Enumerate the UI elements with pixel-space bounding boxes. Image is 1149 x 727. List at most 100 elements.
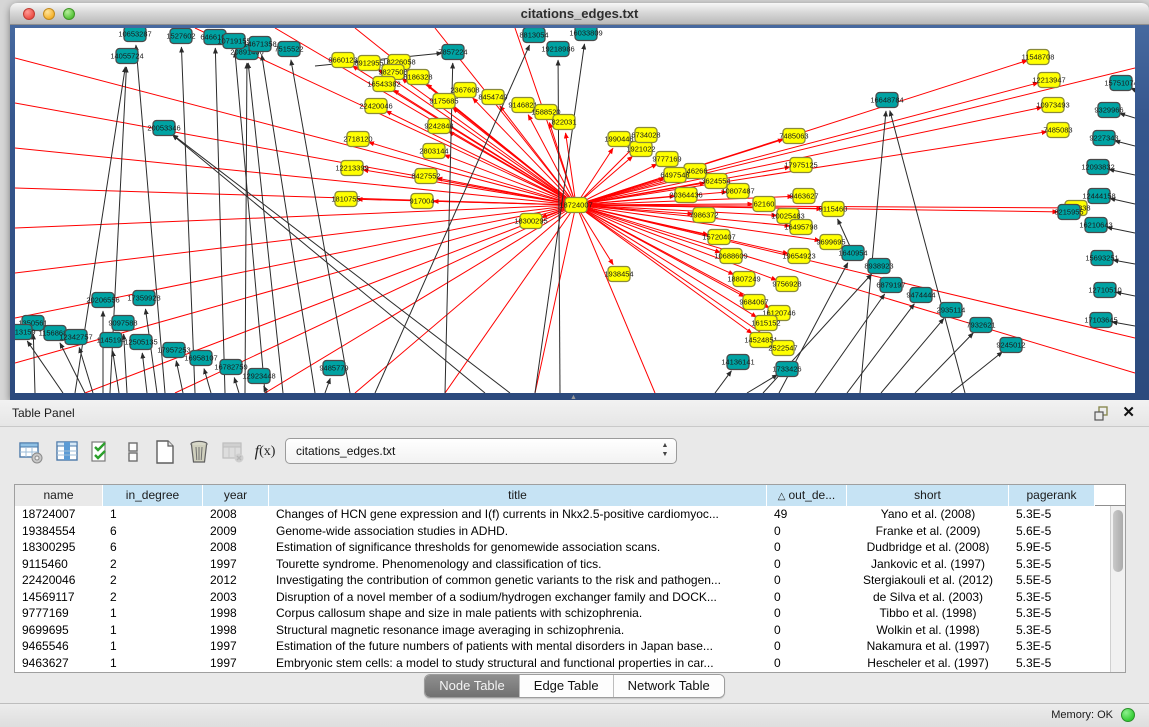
table-cell[interactable]: de Silva et al. (2003) (847, 589, 1009, 606)
table-cell[interactable]: 5.3E-5 (1009, 605, 1095, 622)
network-node[interactable]: 12444158 (1082, 189, 1115, 204)
network-node[interactable]: 1810755 (331, 192, 360, 207)
network-node[interactable]: 917004 (409, 194, 434, 209)
table-cell[interactable]: 5.3E-5 (1009, 506, 1095, 523)
table-cell[interactable]: Wolkin et al. (1998) (847, 622, 1009, 639)
table-cell[interactable]: 2 (103, 556, 203, 573)
network-node[interactable]: 16495798 (784, 220, 817, 235)
table-cell[interactable]: Structural magnetic resonance image aver… (269, 622, 767, 639)
table-cell[interactable]: 1 (103, 605, 203, 622)
network-node[interactable]: 8186328 (403, 70, 432, 85)
table-cell[interactable]: 0 (767, 638, 847, 655)
table-cell[interactable]: 5.3E-5 (1009, 589, 1095, 606)
network-node[interactable]: 10973493 (1036, 98, 1069, 113)
table-cell[interactable]: Franke et al. (2009) (847, 523, 1009, 540)
network-node[interactable]: 16958107 (184, 351, 217, 366)
column-header-name[interactable]: name (15, 485, 103, 506)
table-cell[interactable]: 22420046 (15, 572, 103, 589)
table-cell[interactable]: 0 (767, 655, 847, 672)
network-node[interactable]: 8813054 (519, 28, 548, 43)
network-node[interactable]: 8454749 (478, 90, 507, 105)
network-node[interactable]: 1733426 (772, 362, 801, 377)
table-row[interactable]: 1872400712008Changes of HCN gene express… (15, 506, 1125, 523)
network-node[interactable]: 7986372 (689, 208, 718, 223)
column-header-pagerank[interactable]: pagerank (1009, 485, 1095, 506)
table-cell[interactable]: 1 (103, 622, 203, 639)
table-cell[interactable]: Tibbo et al. (1998) (847, 605, 1009, 622)
table-cell[interactable]: 1998 (203, 622, 269, 639)
table-cell[interactable]: 5.3E-5 (1009, 622, 1095, 639)
network-node[interactable]: 9175685 (429, 94, 458, 109)
network-node[interactable]: 7485083 (1043, 123, 1072, 138)
network-node[interactable]: 1527602 (166, 29, 195, 44)
network-node[interactable]: 9329966 (1094, 103, 1123, 118)
network-node[interactable]: 6879197 (876, 278, 905, 293)
table-cell[interactable]: 2012 (203, 572, 269, 589)
network-node[interactable]: 18807249 (727, 272, 760, 287)
network-node[interactable]: 19218986 (541, 42, 574, 57)
network-node[interactable]: 7857224 (438, 45, 467, 60)
network-node[interactable]: 8427552 (411, 169, 440, 184)
network-node[interactable]: 8938923 (864, 259, 893, 274)
network-canvas[interactable]: 1872400786601238912955182260589827508818… (15, 28, 1135, 393)
network-node[interactable]: 9474444 (906, 288, 935, 303)
network-node[interactable]: 8215955 (1054, 205, 1083, 220)
column-header-title[interactable]: title (269, 485, 767, 506)
table-row[interactable]: 946362711997Embryonic stem cells: a mode… (15, 655, 1125, 672)
network-node[interactable]: 12710510 (1088, 283, 1121, 298)
scrollbar-thumb[interactable] (1113, 510, 1123, 572)
network-node[interactable]: 15751074 (1104, 76, 1135, 91)
network-node[interactable]: 11548708 (1022, 50, 1055, 65)
table-cell[interactable]: Nakamura et al. (1997) (847, 638, 1009, 655)
function-builder-icon[interactable]: f(x) (250, 437, 280, 467)
network-node[interactable]: 9115460 (819, 202, 848, 217)
table-cell[interactable]: 1 (103, 638, 203, 655)
table-cell[interactable]: Corpus callosum shape and size in male p… (269, 605, 767, 622)
table-cell[interactable]: 9699695 (15, 622, 103, 639)
network-node[interactable]: 9485779 (319, 361, 348, 376)
table-selector-dropdown[interactable]: citations_edges.txt ▲ ▼ (285, 438, 677, 464)
table-cell[interactable]: 1 (103, 506, 203, 523)
network-node[interactable]: 16033809 (569, 28, 602, 41)
table-row[interactable]: 969969511998Structural magnetic resonanc… (15, 622, 1125, 639)
table-cell[interactable]: 1998 (203, 605, 269, 622)
table-cell[interactable]: 1997 (203, 638, 269, 655)
network-node[interactable]: 7932621 (966, 318, 995, 333)
table-cell[interactable]: Embryonic stem cells: a model to study s… (269, 655, 767, 672)
network-node[interactable]: 2718120 (343, 132, 372, 147)
table-cell[interactable]: Disruption of a novel member of a sodium… (269, 589, 767, 606)
table-cell[interactable]: 1997 (203, 655, 269, 672)
table-cell[interactable]: 5.9E-5 (1009, 539, 1095, 556)
network-node[interactable]: 20053346 (147, 121, 180, 136)
table-cell[interactable]: 5.6E-5 (1009, 523, 1095, 540)
network-node[interactable]: 1921022 (626, 142, 655, 157)
table-cell[interactable]: Changes of HCN gene expression and I(f) … (269, 506, 767, 523)
network-node[interactable]: 822031 (551, 115, 576, 130)
table-cell[interactable]: 0 (767, 572, 847, 589)
table-cell[interactable]: Stergiakouli et al. (2012) (847, 572, 1009, 589)
table-cell[interactable]: Tourette syndrome. Phenomenology and cla… (269, 556, 767, 573)
network-node[interactable]: 7485063 (779, 129, 808, 144)
table-cell[interactable]: 5.3E-5 (1009, 638, 1095, 655)
network-node[interactable]: 12213947 (1032, 73, 1065, 88)
network-node[interactable]: 7515522 (274, 42, 303, 57)
table-cell[interactable]: 6 (103, 539, 203, 556)
column-header-year[interactable]: year (203, 485, 269, 506)
network-node[interactable]: 2522547 (768, 341, 797, 356)
network-node[interactable]: 1145194 (97, 333, 126, 348)
network-node[interactable]: 16648784 (870, 93, 903, 108)
network-node[interactable]: 6497548 (660, 168, 689, 183)
vertical-scrollbar[interactable] (1110, 506, 1125, 672)
table-cell[interactable]: 14569117 (15, 589, 103, 606)
network-node[interactable]: 15693251 (1085, 251, 1118, 266)
network-node[interactable]: 17975125 (784, 158, 817, 173)
table-cell[interactable]: 5.5E-5 (1009, 572, 1095, 589)
table-row[interactable]: 977716911998Corpus callosum shape and si… (15, 605, 1125, 622)
network-node[interactable]: 12923448 (242, 369, 275, 384)
network-node[interactable]: 12213399 (335, 161, 368, 176)
close-panel-icon[interactable]: ✕ (1122, 403, 1135, 421)
network-node[interactable]: 9245012 (996, 338, 1025, 353)
network-node[interactable]: 17103645 (1084, 313, 1117, 328)
delete-column-icon[interactable] (218, 437, 248, 467)
column-header-out-de-[interactable]: △out_de... (767, 485, 847, 506)
